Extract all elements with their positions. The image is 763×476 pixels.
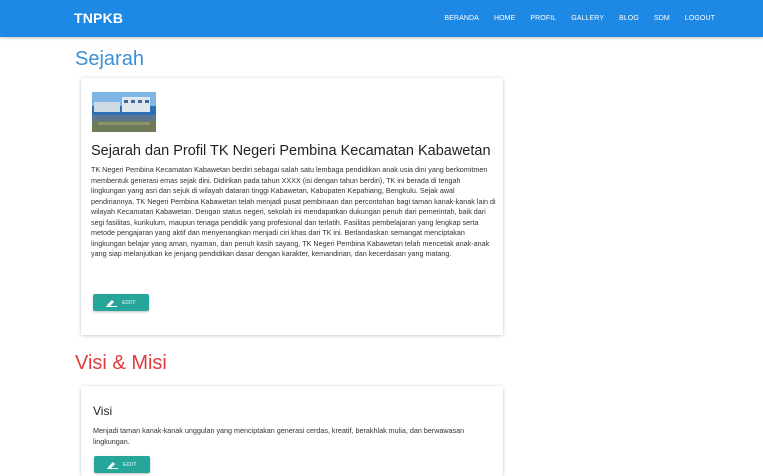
section-title-visi-misi: Visi & Misi — [75, 352, 167, 374]
nav-link-blog[interactable]: BLOG — [619, 15, 639, 22]
history-heading: Sejarah dan Profil TK Negeri Pembina Kec… — [91, 143, 491, 159]
brand-logo[interactable]: TNPKB — [74, 10, 123, 26]
school-building-photo — [92, 92, 156, 132]
nav-link-profil[interactable]: PROFIL — [530, 15, 556, 22]
edit-visi-button[interactable]: EDIT — [94, 456, 150, 473]
visi-heading: Visi — [93, 404, 113, 418]
nav-link-beranda[interactable]: BERANDA — [444, 15, 479, 22]
nav-link-logout[interactable]: LOGOUT — [685, 15, 715, 22]
nav-link-sdm[interactable]: SDM — [654, 15, 670, 22]
visi-card: Visi Menjadi taman kanak-kanak unggulan … — [81, 386, 503, 476]
edit-button-label: EDIT — [123, 461, 137, 468]
nav-link-gallery[interactable]: GALLERY — [571, 15, 604, 22]
top-navbar: TNPKB BERANDA HOME PROFIL GALLERY BLOG S… — [0, 0, 763, 37]
pencil-icon — [106, 294, 118, 312]
edit-history-button[interactable]: EDIT — [93, 294, 149, 311]
visi-body-text: Menjadi taman kanak-kanak unggulan yang … — [93, 426, 465, 446]
section-title-sejarah: Sejarah — [75, 48, 144, 70]
nav-links: BERANDA HOME PROFIL GALLERY BLOG SDM LOG… — [444, 15, 715, 22]
history-body-text: TK Negeri Pembina Kecamatan Kabawetan be… — [91, 165, 496, 258]
nav-link-home[interactable]: HOME — [494, 15, 515, 22]
history-card: Sejarah dan Profil TK Negeri Pembina Kec… — [81, 78, 503, 335]
pencil-icon — [107, 456, 119, 474]
school-building-photo-graphic — [92, 92, 156, 132]
edit-button-label: EDIT — [122, 299, 136, 306]
